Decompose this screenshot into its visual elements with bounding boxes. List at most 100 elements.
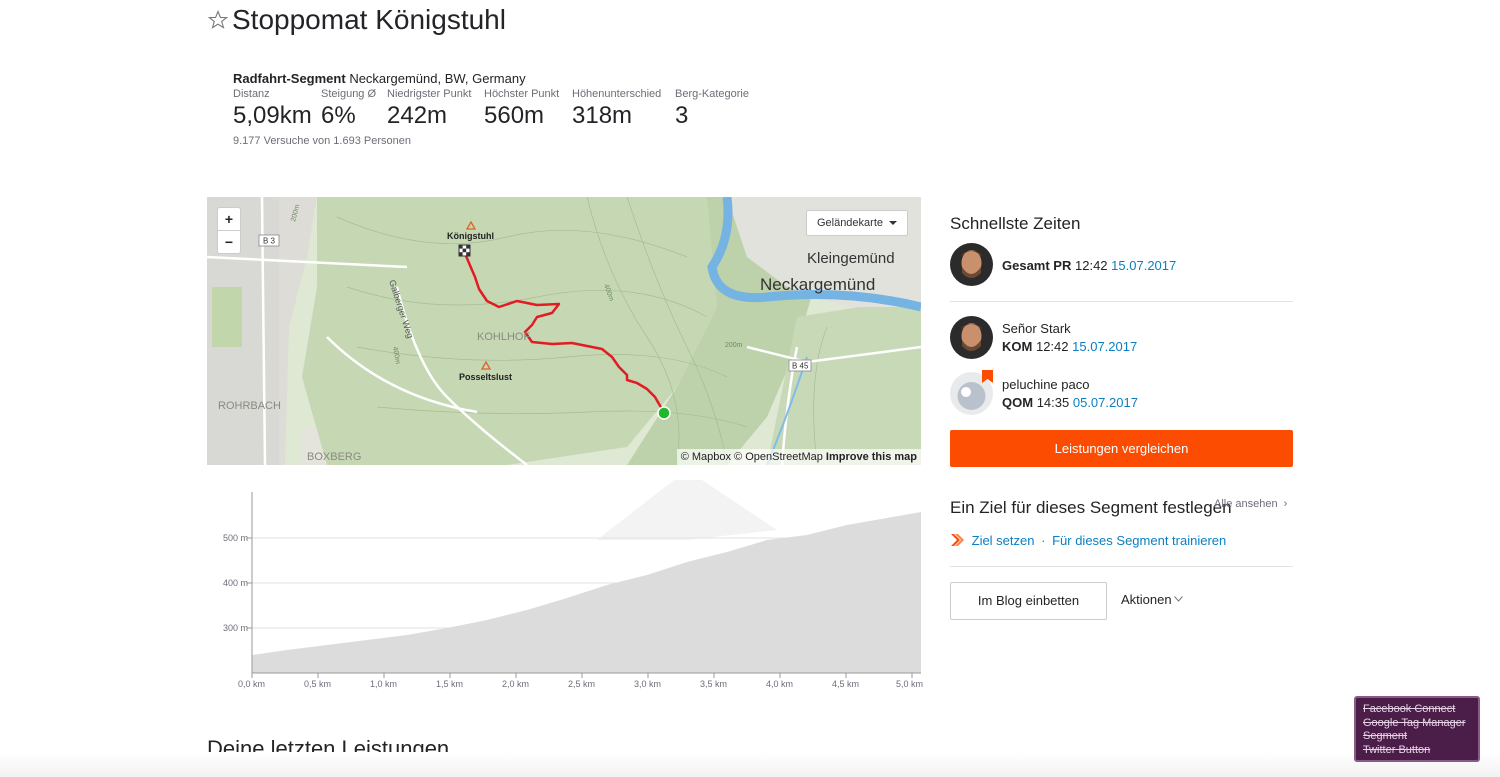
segment-location: Neckargemünd, BW, Germany: [349, 71, 526, 86]
pr-date-link[interactable]: 15.07.2017: [1111, 258, 1176, 273]
stat-highest: Höchster Punkt 560m: [484, 88, 559, 130]
kom-label: KOM: [1002, 339, 1033, 354]
blocked-script-item[interactable]: Google Tag Manager: [1363, 717, 1471, 731]
see-all-link[interactable]: Alle ansehen ›: [1214, 498, 1287, 510]
divider: [950, 301, 1293, 302]
see-all-label: Alle ansehen: [1214, 498, 1278, 510]
blocked-script-item[interactable]: Twitter Button: [1363, 744, 1471, 758]
terrain-map-dropdown[interactable]: Geländekarte: [805, 210, 908, 236]
attribution-text[interactable]: © Mapbox © OpenStreetMap: [681, 451, 823, 463]
actions-dropdown[interactable]: Aktionen: [1121, 592, 1183, 607]
blocked-script-item[interactable]: Segment: [1363, 730, 1471, 744]
x-tick-label: 0,0 km: [238, 679, 265, 689]
stat-value: 3: [675, 102, 689, 129]
map-label-koenigstuhl: Königstuhl: [447, 231, 494, 241]
avatar[interactable]: [950, 243, 993, 286]
stat-label: Höhenunterschied: [572, 88, 662, 100]
fastest-times-heading: Schnellste Zeiten: [950, 214, 1081, 233]
zoom-in-button[interactable]: +: [218, 208, 240, 230]
goal-actions: Ziel setzen · Für dieses Segment trainie…: [950, 533, 1226, 548]
y-tick-label: 300 m: [223, 623, 248, 633]
x-tick-label: 2,0 km: [502, 679, 529, 689]
stat-label: Höchster Punkt: [484, 88, 560, 100]
kom-row: KOM 12:42 15.07.2017: [1002, 339, 1137, 354]
stat-climb-category: Berg-Kategorie 3: [675, 88, 749, 130]
chevron-down-icon: [1173, 596, 1183, 602]
blocked-script-item[interactable]: Facebook Connect: [1363, 703, 1471, 717]
map-label-neckargemuend: Neckargemünd: [760, 275, 875, 294]
map-canvas[interactable]: Königstuhl KOHLHOF Posseltslust ROHRBACH…: [207, 197, 921, 465]
kom-time: 12:42: [1035, 339, 1069, 354]
map-label-rohrbach: ROHRBACH: [218, 400, 281, 412]
map-label-kohlhof: KOHLHOF: [477, 331, 530, 343]
y-tick-label: 400 m: [223, 578, 248, 588]
stat-label: Berg-Kategorie: [675, 88, 749, 100]
map-label-posseltslust: Posseltslust: [459, 372, 512, 382]
qom-date-link[interactable]: 05.07.2017: [1073, 395, 1138, 410]
divider: [950, 566, 1293, 567]
terrain-map-label: Geländekarte: [816, 217, 883, 229]
stat-value: 318m: [572, 102, 633, 129]
qom-athlete-name[interactable]: peluchine paco: [1002, 377, 1089, 392]
x-tick-label: 3,0 km: [634, 679, 661, 689]
y-tick-label: 500 m: [223, 533, 248, 543]
stat-elevation-diff: Höhenunterschied 318m: [572, 88, 661, 130]
goal-heading: Ein Ziel für dieses Segment festlegen: [950, 498, 1232, 517]
embed-in-blog-button[interactable]: Im Blog einbetten: [950, 582, 1107, 620]
x-tick-label: 3,5 km: [700, 679, 727, 689]
stat-label: Steigung Ø: [321, 88, 377, 100]
attempts-count: 9.177 Versuche von 1.693 Personen: [233, 135, 411, 147]
blocked-scripts-panel[interactable]: Facebook Connect Google Tag Manager Segm…: [1354, 696, 1480, 762]
x-tick-label: 1,0 km: [370, 679, 397, 689]
x-tick-label: 5,0 km: [896, 679, 923, 689]
separator: ·: [1041, 533, 1046, 548]
kom-athlete-name[interactable]: Señor Stark: [1002, 321, 1071, 336]
improve-map-link[interactable]: Improve this map: [826, 451, 917, 463]
map-label-b45: B 45: [792, 362, 809, 371]
stat-value: 560m: [484, 102, 545, 129]
zoom-out-button[interactable]: −: [218, 230, 240, 253]
map-label-contour: 200m: [725, 342, 743, 349]
stat-value: 6%: [321, 102, 356, 129]
premium-badge-icon: [982, 370, 993, 383]
segment-header: Radfahrt-Segment Neckargemünd, BW, Germa…: [233, 71, 526, 86]
x-tick-label: 1,5 km: [436, 679, 463, 689]
qom-time: 14:35: [1036, 395, 1070, 410]
map-label-b3: B 3: [263, 237, 276, 246]
x-tick-label: 0,5 km: [304, 679, 331, 689]
x-tick-label: 2,5 km: [568, 679, 595, 689]
star-icon[interactable]: [208, 10, 228, 30]
set-goal-link[interactable]: Ziel setzen: [972, 533, 1035, 548]
stat-label: Distanz: [233, 88, 270, 100]
avatar[interactable]: [950, 316, 993, 359]
map-attribution: © Mapbox © OpenStreetMap Improve this ma…: [676, 449, 921, 465]
kom-date-link[interactable]: 15.07.2017: [1072, 339, 1137, 354]
stat-lowest: Niedrigster Punkt 242m: [387, 88, 471, 130]
zoom-control: + −: [217, 207, 241, 254]
qom-row: QOM 14:35 05.07.2017: [1002, 395, 1138, 410]
stat-distance: Distanz 5,09km: [233, 88, 312, 130]
stat-value: 242m: [387, 102, 448, 129]
pr-label: Gesamt PR: [1002, 258, 1072, 273]
segment-type: Radfahrt-Segment: [233, 71, 346, 86]
page-title: Stoppomat Königstuhl: [232, 4, 506, 35]
chevron-right-icon: ›: [1283, 498, 1288, 510]
compare-efforts-button[interactable]: Leistungen vergleichen: [950, 430, 1293, 467]
chevron-double-right-icon: [951, 534, 964, 546]
qom-label: QOM: [1002, 395, 1034, 410]
map-label-kleingemuend: Kleingemünd: [807, 250, 895, 267]
map-label-boxberg: BOXBERG: [307, 451, 361, 463]
train-segment-link[interactable]: Für dieses Segment trainieren: [1052, 533, 1226, 548]
segment-map[interactable]: Königstuhl KOHLHOF Posseltslust ROHRBACH…: [207, 197, 921, 465]
pr-row: Gesamt PR 12:42 15.07.2017: [1002, 258, 1176, 273]
x-tick-label: 4,5 km: [832, 679, 859, 689]
actions-label: Aktionen: [1121, 592, 1172, 607]
bottom-fade: [0, 752, 1500, 777]
elevation-profile: 500 m 400 m 300 m 0,0 km 0,5 km 1,0 km 1…: [223, 480, 923, 689]
caret-down-icon: [889, 221, 897, 226]
x-tick-label: 4,0 km: [766, 679, 793, 689]
stat-value: 5,09km: [233, 102, 312, 129]
stat-grade: Steigung Ø 6%: [321, 88, 376, 130]
pr-time: 12:42: [1075, 258, 1108, 273]
stat-label: Niedrigster Punkt: [387, 88, 472, 100]
